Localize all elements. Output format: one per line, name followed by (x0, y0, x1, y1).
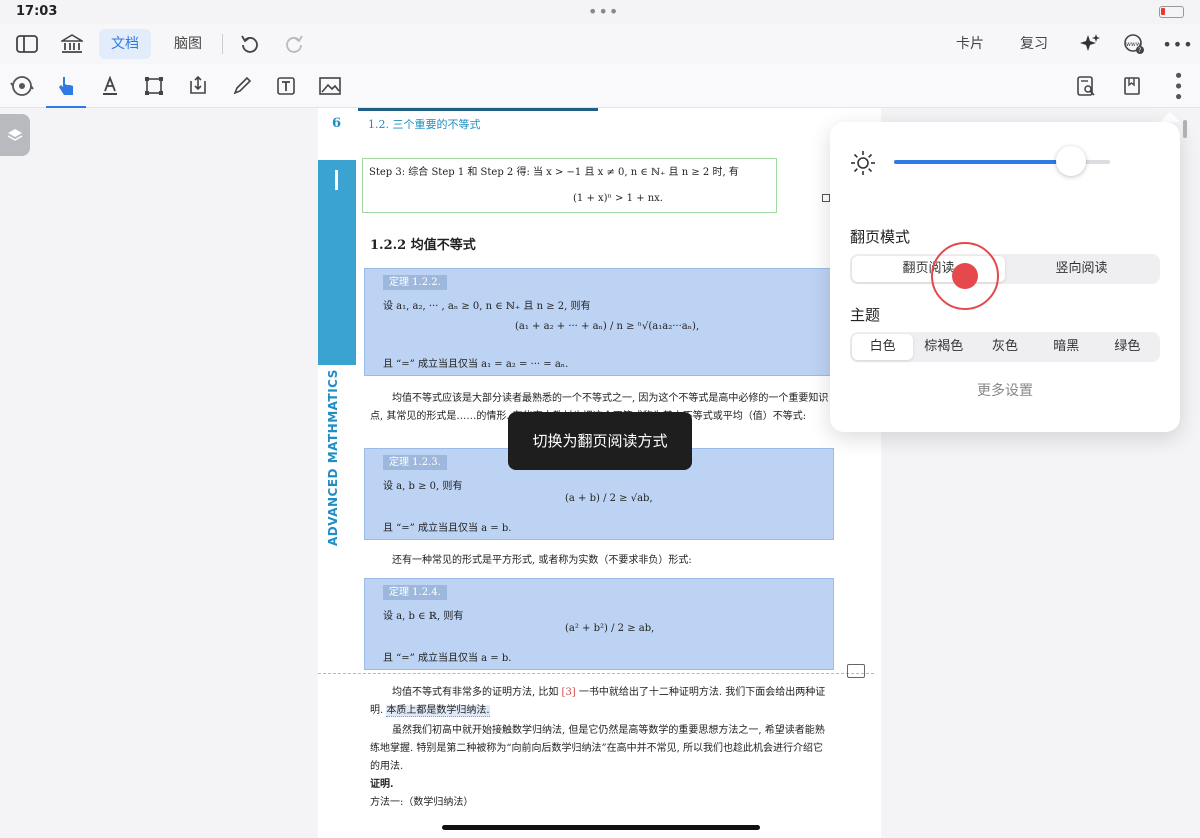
theorem-line: 且 “=” 成立当且仅当 a₁ = a₂ = ··· = aₙ. (383, 359, 569, 370)
document-page[interactable]: 6 1.2. 三个重要的不等式 ADVANCED MATHMATICS Step… (318, 108, 881, 838)
side-title: ADVANCED MATHMATICS (326, 369, 340, 546)
step-box: Step 3: 综合 Step 1 和 Step 2 得: 当 x > −1 且… (362, 158, 777, 213)
textbox-tool-icon[interactable] (272, 72, 300, 100)
toast-message: 切换为翻页阅读方式 (508, 412, 692, 470)
page-break-line (318, 673, 874, 674)
card-button[interactable]: 卡片 (956, 29, 984, 59)
method-label: 方法一:（数学归纳法） (370, 797, 474, 808)
flip-mode-label: 翻页模式 (850, 228, 911, 246)
flip-mode-segment: 翻页阅读 竖向阅读 (850, 254, 1160, 284)
flip-mode-option[interactable]: 竖向阅读 (1005, 256, 1158, 282)
chapter-band (318, 160, 356, 365)
crop-expand-tool-icon[interactable] (184, 72, 212, 100)
ai-sparkle-icon[interactable] (1075, 29, 1105, 59)
more-vertical-icon[interactable]: ••• (1163, 70, 1191, 102)
theme-option[interactable]: 绿色 (1097, 334, 1158, 360)
scroll-indicator[interactable] (1183, 120, 1187, 138)
panel-caret (1160, 112, 1180, 122)
paragraph: 均值不等式有非常多的证明方法, 比如 [3] 一书中就给出了十二种证明方法. 我… (370, 684, 830, 720)
section-title: 1.2.2 均值不等式 (370, 238, 476, 253)
paragraph: 还有一种常见的形式是平方形式, 或者称为实数（不要求非负）形式: (392, 555, 692, 566)
main-toolbar: 文档 脑图 卡片 复习 www? ••• (0, 24, 1200, 64)
annotation-toolbar: ••• (0, 64, 1200, 108)
theorem-box[interactable]: 定理 1.2.4. 设 a, b ∈ ℝ, 则有 (a² + b²) / 2 ≥… (364, 578, 834, 670)
theorem-line: 且 “=” 成立当且仅当 a = b. (383, 653, 512, 664)
brightness-knob[interactable] (1056, 146, 1087, 176)
more-settings-button[interactable]: 更多设置 (830, 380, 1180, 400)
layers-tab[interactable] (0, 114, 30, 156)
theorem-formula: (a + b) / 2 ≥ √ab, (565, 493, 653, 504)
theme-option[interactable]: 白色 (852, 334, 914, 360)
theme-option[interactable]: 暗黑 (1036, 334, 1097, 360)
page-number: 6 (332, 116, 342, 131)
library-icon[interactable] (57, 29, 87, 59)
proof-label: 证明. (370, 779, 394, 790)
search-doc-icon[interactable] (1072, 72, 1100, 100)
battery-icon (1159, 6, 1184, 18)
image-tool-icon[interactable] (316, 72, 344, 100)
sidebar-toggle-icon[interactable] (12, 29, 42, 59)
brightness-icon (850, 150, 876, 180)
undo-icon[interactable] (235, 29, 265, 59)
home-indicator[interactable] (442, 825, 760, 830)
review-button[interactable]: 复习 (1020, 29, 1048, 59)
theorem-line: 设 a, b ∈ ℝ, 则有 (383, 611, 464, 622)
redo-icon[interactable] (279, 29, 309, 59)
theorem-tag: 定理 1.2.3. (383, 455, 447, 470)
paragraph: 虽然我们初高中就开始接触数学归纳法, 但是它仍然是高等数学的重要思想方法之一, … (370, 725, 825, 772)
layers-icon (7, 129, 23, 141)
page-header: 1.2. 三个重要的不等式 (368, 118, 481, 131)
text-highlight-tool-icon[interactable] (96, 72, 124, 100)
multitask-dots-icon[interactable]: ••• (588, 2, 619, 21)
theme-option[interactable]: 棕褐色 (913, 334, 974, 360)
page-top-rule (358, 108, 598, 111)
svg-text:?: ? (1138, 47, 1141, 54)
brightness-fill (894, 160, 1072, 164)
theorem-line: 设 a, b ≥ 0, 则有 (383, 481, 463, 492)
citation-link[interactable]: [3] (562, 687, 576, 698)
theorem-line: 且 “=” 成立当且仅当 a = b. (383, 523, 512, 534)
pen-tool-icon[interactable] (228, 72, 256, 100)
tab-document[interactable]: 文档 (99, 29, 151, 59)
annotation-handle[interactable] (822, 194, 830, 202)
reading-settings-panel: 翻页模式 翻页阅读 竖向阅读 主题 白色 棕褐色 灰色 暗黑 绿色 更多设置 (830, 122, 1180, 432)
reading-settings-icon[interactable] (1118, 72, 1146, 100)
step-formula: (1 + x)ⁿ > 1 + nx. (573, 193, 663, 204)
web-help-icon[interactable]: www? (1119, 29, 1149, 59)
step-line: Step 3: 综合 Step 1 和 Step 2 得: 当 x > −1 且… (369, 167, 739, 178)
highlighted-text[interactable]: 本质上都是数学归纳法. (386, 705, 490, 717)
card-icon[interactable] (847, 664, 865, 678)
rectangle-tool-icon[interactable] (140, 72, 168, 100)
sync-settings-icon[interactable] (8, 72, 36, 100)
status-bar: 17:03 ••• (0, 0, 1200, 24)
theorem-formula: (a² + b²) / 2 ≥ ab, (565, 623, 655, 634)
status-time: 17:03 (16, 4, 58, 19)
theorem-formula: (a₁ + a₂ + ··· + aₙ) / n ≥ ⁿ√(a₁a₂···aₙ)… (515, 321, 700, 332)
tab-mindmap[interactable]: 脑图 (162, 29, 214, 59)
more-icon[interactable]: ••• (1162, 29, 1193, 59)
hand-pointer-tool-icon[interactable] (46, 72, 86, 108)
theme-label: 主题 (850, 306, 881, 324)
brightness-slider[interactable] (894, 146, 1110, 176)
touch-indicator-dot (952, 263, 978, 289)
theme-segment: 白色 棕褐色 灰色 暗黑 绿色 (850, 332, 1160, 362)
paragraph-text: 均值不等式有非常多的证明方法, 比如 (392, 687, 559, 698)
theorem-tag: 定理 1.2.4. (383, 585, 447, 600)
theorem-tag: 定理 1.2.2. (383, 275, 447, 290)
theorem-box[interactable]: 定理 1.2.2. 设 a₁, a₂, ··· , aₙ ≥ 0, n ∈ ℕ₊… (364, 268, 834, 376)
toolbar-divider (222, 34, 223, 54)
theorem-line: 设 a₁, a₂, ··· , aₙ ≥ 0, n ∈ ℕ₊ 且 n ≥ 2, … (383, 301, 591, 312)
theme-option[interactable]: 灰色 (974, 334, 1035, 360)
